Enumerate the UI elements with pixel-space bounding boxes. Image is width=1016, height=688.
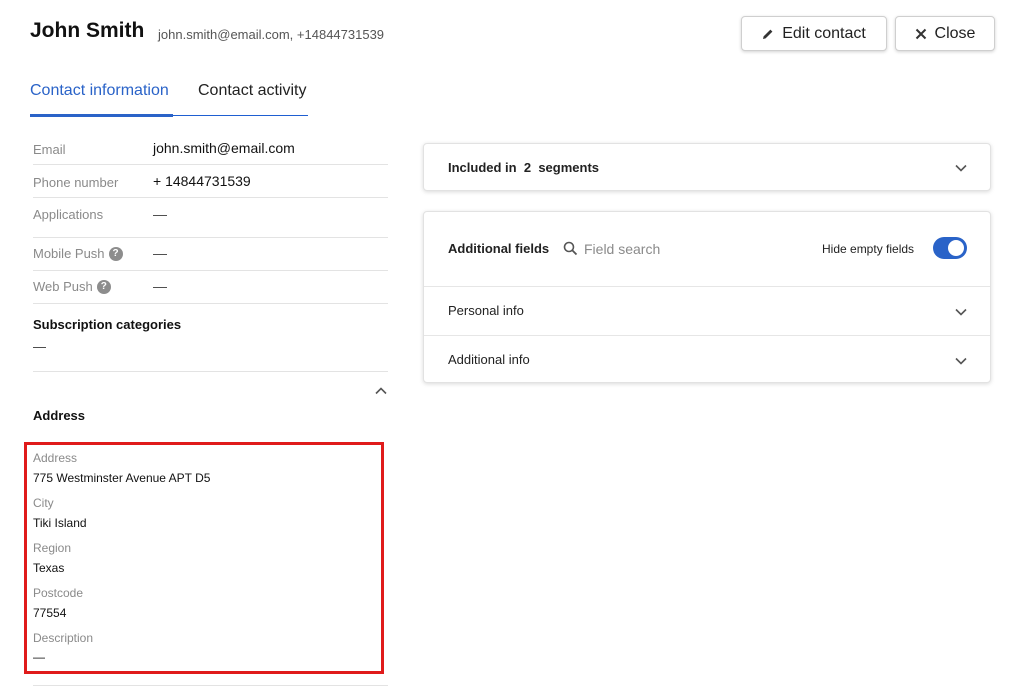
chevron-down-icon[interactable] [954, 305, 968, 324]
hide-empty-fields-toggle[interactable] [933, 237, 967, 259]
divider [424, 335, 990, 336]
chevron-down-icon[interactable] [954, 161, 968, 180]
section-personal-info[interactable]: Personal info [448, 303, 524, 318]
close-button[interactable]: Close [895, 16, 995, 51]
email-label: Email [33, 142, 66, 157]
address-label: Address [33, 451, 78, 465]
segments-prefix: Included in [448, 160, 517, 175]
city-label: City [33, 496, 54, 510]
region-value: Texas [33, 561, 65, 575]
chevron-down-icon[interactable] [954, 354, 968, 373]
edit-contact-button[interactable]: Edit contact [741, 16, 887, 51]
field-search-input[interactable]: Field search [584, 241, 660, 257]
web-push-row: Web Push ? — [33, 271, 388, 304]
applications-label: Applications [33, 207, 104, 222]
additional-fields-card: Additional fields Field search Hide empt… [423, 211, 991, 383]
tab-contact-information[interactable]: Contact information [30, 82, 169, 100]
divider [33, 371, 388, 372]
toggle-knob [948, 240, 964, 256]
help-icon[interactable]: ? [108, 246, 123, 261]
divider [424, 286, 990, 287]
phone-value: + 14844731539 [153, 173, 251, 189]
description-label: Description [33, 631, 94, 645]
contact-name: John Smith [30, 19, 145, 42]
segments-suffix: segments [538, 160, 600, 175]
chevron-up-icon[interactable] [374, 384, 388, 403]
subscription-categories-title: Subscription categories [33, 317, 182, 332]
phone-row: Phone number + 14844731539 [33, 165, 388, 198]
hide-empty-fields-label: Hide empty fields [822, 242, 915, 256]
segments-count: 2 [523, 160, 532, 175]
web-push-label: Web Push [33, 279, 93, 294]
segments-summary: Included in 2 segments [448, 160, 599, 175]
edit-contact-label: Edit contact [782, 24, 866, 42]
applications-row: Applications — [33, 198, 388, 238]
phone-label: Phone number [33, 175, 119, 190]
pencil-icon [762, 28, 774, 40]
tab-contact-activity[interactable]: Contact activity [198, 82, 306, 100]
search-icon [563, 241, 578, 261]
divider [33, 685, 388, 686]
help-icon[interactable]: ? [96, 279, 111, 294]
close-label: Close [934, 24, 976, 42]
close-icon [915, 28, 927, 40]
description-value: — [33, 650, 45, 664]
email-row: Email john.smith@email.com [33, 132, 388, 165]
active-tab-indicator [30, 114, 173, 117]
mobile-push-label: Mobile Push [33, 246, 105, 261]
subscription-categories-value: — [33, 339, 46, 354]
contact-summary: john.smith@email.com, +14844731539 [158, 27, 385, 42]
city-value: Tiki Island [33, 516, 87, 530]
mobile-push-value: — [153, 245, 167, 261]
tab-bar: Contact information Contact activity [30, 80, 308, 117]
additional-fields-title: Additional fields [448, 241, 550, 256]
applications-value: — [153, 206, 167, 222]
web-push-value: — [153, 278, 167, 294]
postcode-label: Postcode [33, 586, 84, 600]
postcode-value: 77554 [33, 606, 67, 620]
region-label: Region [33, 541, 72, 555]
segments-card[interactable]: Included in 2 segments [423, 143, 991, 191]
email-value: john.smith@email.com [153, 140, 295, 156]
address-value: 775 Westminster Avenue APT D5 [33, 471, 211, 485]
mobile-push-row: Mobile Push ? — [33, 238, 388, 271]
section-additional-info[interactable]: Additional info [448, 352, 530, 367]
address-section-title: Address [33, 408, 86, 423]
